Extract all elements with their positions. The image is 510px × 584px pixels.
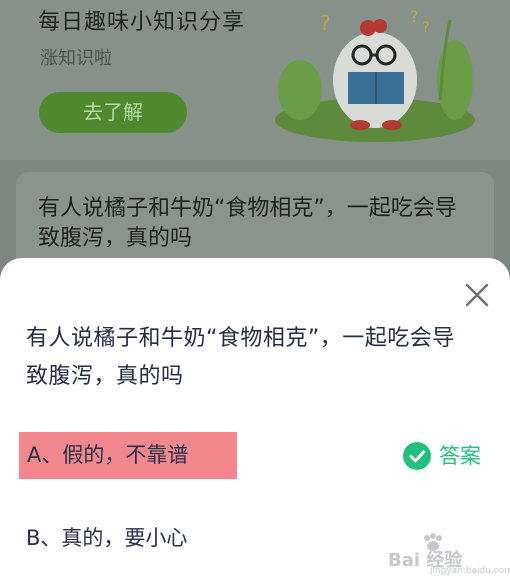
check-circle-icon [403,442,431,470]
svg-text:?: ? [422,20,429,36]
svg-text:?: ? [410,7,419,26]
svg-text:?: ? [320,11,331,35]
banner-subtitle: 涨知识啦 [40,48,112,69]
option-a-label: A、假的，不靠谱 [27,443,189,467]
close-icon[interactable] [462,280,492,310]
question-text: 有人说橘子和牛奶“食物相克”，一起吃会导致腹泻，真的吗 [26,326,455,389]
banner: 每日趣味小知识分享 涨知识啦 去了解 ? ? ? [0,0,510,160]
option-b[interactable]: B、真的，要小心 [26,522,187,554]
watermark: Bai 经验 jingyan.baidu.com [388,532,510,576]
mascot-illustration: ? ? ? [275,7,475,142]
option-a[interactable]: A、假的，不靠谱 [19,432,237,479]
banner-title: 每日趣味小知识分享 [38,10,246,35]
answer-label: 答案 [439,444,481,468]
background-question-text: 有人说橘子和牛奶“食物相克”，一起吃会导致腹泻，真的吗 [38,196,457,251]
watermark-url: jingyan.baidu.com [430,566,510,576]
learn-more-button[interactable]: 去了解 [39,92,187,133]
